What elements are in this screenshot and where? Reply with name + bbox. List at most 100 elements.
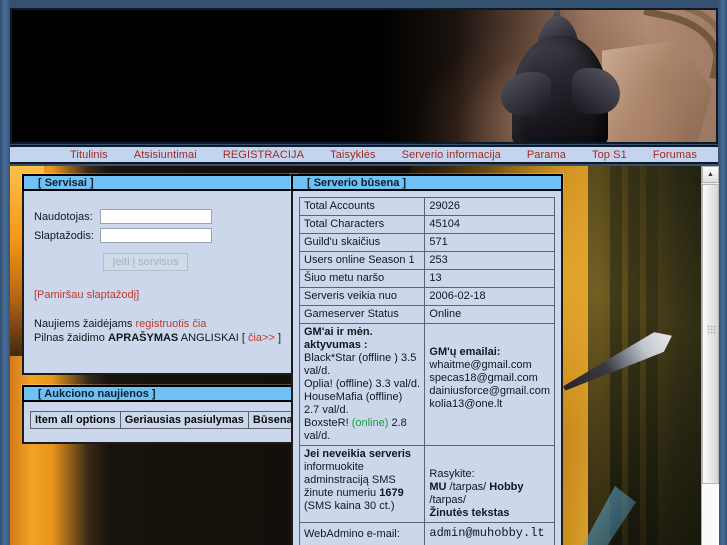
sms-fmt-mu: MU xyxy=(429,481,447,493)
servisai-panel-header: [ Servisai ] xyxy=(22,174,297,191)
banner-artwork xyxy=(12,10,716,142)
gm-entry-name-0: Black*Star xyxy=(304,352,356,364)
page-root: Titulinis Atsisiuntimai REGISTRACIJA Tai… xyxy=(0,0,727,545)
nav-item-forumas[interactable]: Forumas xyxy=(653,149,697,161)
sms-number: 1679 xyxy=(379,487,404,499)
gm-entry-state-2: (offline) xyxy=(365,391,403,403)
scrollbar-thumb[interactable] xyxy=(702,184,719,484)
description-line: Pilnas žaidimo APRAŠYMAS ANGLISKAI [ čia… xyxy=(34,331,285,345)
row-guild-count-value: 571 xyxy=(424,233,555,252)
table-row-webadmin: WebAdmino e-mail: admin@muhobby.lt xyxy=(298,522,555,545)
gm-emails-heading: GM'ų emailai: xyxy=(429,346,501,358)
row-total-characters-value: 45104 xyxy=(424,215,555,234)
auction-col-best-bid[interactable]: Geriausias pasiulymas xyxy=(119,411,249,429)
gm-email-1[interactable]: specas18@gmail.com xyxy=(429,372,537,384)
row-gameserver-status-label: Gameserver Status xyxy=(298,305,426,324)
servisai-panel-body: Naudotojas: Slaptažodis: Įeiti į servisu… xyxy=(22,191,297,375)
nav-item-taisykles[interactable]: Taisyklės xyxy=(330,149,376,161)
sms-fmt-sep1: /tarpas/ xyxy=(446,481,490,493)
table-row: Total Accounts 29026 xyxy=(298,197,555,216)
nav-item-parama[interactable]: Parama xyxy=(527,149,566,161)
auction-col-item[interactable]: Item all options xyxy=(30,411,121,429)
password-input[interactable] xyxy=(100,228,212,243)
vertical-scrollbar[interactable]: ▲ xyxy=(701,166,719,545)
sms-fmt-sep2: /tarpas/ xyxy=(429,494,467,506)
status-table: Total Accounts 29026 Total Characters 45… xyxy=(298,197,555,545)
sms-heading: Jei neveikia serveris xyxy=(304,448,412,460)
nav-item-top-s1[interactable]: Top S1 xyxy=(592,149,627,161)
scrollbar-grip-icon xyxy=(707,325,716,335)
sms-write-heading: Rasykite: xyxy=(429,468,475,480)
gm-email-2[interactable]: dainiusforce@gmail.com xyxy=(429,385,550,397)
status-title: [ Serverio būsena ] xyxy=(307,176,407,189)
description-suffix: ] xyxy=(274,332,282,344)
banner-shoulder-left xyxy=(501,72,551,116)
auction-header-row: Item all options Geriausias pasiulymas B… xyxy=(30,411,298,429)
auction-table: Item all options Geriausias pasiulymas B… xyxy=(30,411,298,429)
table-row: Guild'u skaičius 571 xyxy=(298,233,555,252)
nav-item-atsisiuntimai[interactable]: Atsisiuntimai xyxy=(134,149,197,161)
gm-email-3[interactable]: kolia13@one.lt xyxy=(429,398,502,410)
row-browsing-now-value: 13 xyxy=(424,269,555,288)
description-bold: APRAŠYMAS xyxy=(107,332,179,344)
table-row: Users online Season 1 253 xyxy=(298,251,555,270)
gm-entry-hours-1: 3.3 val/d. xyxy=(375,378,420,390)
gm-activity-cell: GM'ai ir mėn. aktyvumas : Black*Star (of… xyxy=(298,323,426,446)
table-row: Serveris veikia nuo 2006-02-18 xyxy=(298,287,555,306)
gm-entry-name-2: HouseMafia xyxy=(304,391,363,403)
status-panel-body: Total Accounts 29026 Total Characters 45… xyxy=(291,191,563,545)
row-guild-count-label: Guild'u skaičius xyxy=(298,233,426,252)
auction-panel-body: Item all options Geriausias pasiulymas B… xyxy=(22,402,298,444)
register-link[interactable]: registruotis čia xyxy=(135,318,206,330)
register-prefix: Naujiems žaidėjams xyxy=(34,318,136,330)
row-total-accounts-value: 29026 xyxy=(424,197,555,216)
row-gameserver-status-value: Online xyxy=(424,305,555,324)
login-submit-wrap: Įeiti į servisus xyxy=(34,253,285,271)
sms-format-cell: Rasykite: MU /tarpas/ Hobby /tarpas/ Žin… xyxy=(424,445,555,523)
forgot-password-link[interactable]: [Pamiršau slaptažodį] xyxy=(34,289,285,301)
table-row-sms: Jei neveikia serveris informuokite admin… xyxy=(298,445,555,523)
description-mid: ANGLISKAI [ xyxy=(178,332,248,344)
auction-panel-header: [ Aukciono naujienos ] xyxy=(22,385,297,402)
username-row: Naudotojas: xyxy=(34,209,285,224)
register-line: Naujiems žaidėjams registruotis čia xyxy=(34,317,285,331)
table-row: Šiuo metu naršo 13 xyxy=(298,269,555,288)
servisai-title: [ Servisai ] xyxy=(38,176,94,189)
sms-fmt-message: Žinutės tekstas xyxy=(429,507,510,519)
right-column: [ Serverio būsena ] Total Accounts 29026… xyxy=(291,174,563,545)
status-panel-header: [ Serverio būsena ] xyxy=(291,174,563,191)
row-server-since-label: Serveris veikia nuo xyxy=(298,287,426,306)
row-total-characters-label: Total Characters xyxy=(298,215,426,234)
nav-item-serverio-informacija[interactable]: Serverio informacija xyxy=(402,149,501,161)
site-banner xyxy=(10,8,718,144)
login-submit-button[interactable]: Įeiti į servisus xyxy=(103,253,188,271)
auction-col-status[interactable]: Būsena xyxy=(247,411,298,429)
nav-item-registracija[interactable]: REGISTRACIJA xyxy=(223,149,304,161)
auction-title: [ Aukciono naujienos ] xyxy=(38,387,156,400)
description-link[interactable]: čia>> xyxy=(248,332,275,344)
nav-item-mu-pazintys[interactable]: MU pažintys xyxy=(723,149,727,161)
row-browsing-now-label: Šiuo metu naršo xyxy=(298,269,426,288)
gm-entry-state-3: (online) xyxy=(351,417,389,429)
gm-email-0[interactable]: whaitme@gmail.com xyxy=(429,359,531,371)
password-row: Slaptažodis: xyxy=(34,228,285,243)
username-input[interactable] xyxy=(100,209,212,224)
left-column: [ Servisai ] Naudotojas: Slaptažodis: Įe… xyxy=(22,174,298,444)
table-row: Total Characters 45104 xyxy=(298,215,555,234)
sms-text2: (SMS kaina 30 ct.) xyxy=(304,500,395,512)
table-row: Gameserver Status Online xyxy=(298,305,555,324)
sms-fmt-hobby: Hobby xyxy=(489,481,524,493)
nav-item-titulinis[interactable]: Titulinis xyxy=(70,149,108,161)
description-prefix: Pilnas žaidimo xyxy=(34,332,108,344)
webadmin-value[interactable]: admin@muhobby.lt xyxy=(424,522,555,545)
gm-entry-state-1: (offline) xyxy=(335,378,373,390)
gm-emails-cell: GM'ų emailai: whaitme@gmail.com specas18… xyxy=(424,323,555,446)
webadmin-label: WebAdmino e-mail: xyxy=(298,522,426,545)
gm-activity-heading: GM'ai ir mėn. aktyvumas : xyxy=(304,326,373,351)
scrollbar-track[interactable] xyxy=(702,484,719,545)
row-total-accounts-label: Total Accounts xyxy=(298,197,426,216)
password-label: Slaptažodis: xyxy=(34,229,94,242)
scroll-up-arrow-icon[interactable]: ▲ xyxy=(702,166,719,183)
username-label: Naudotojas: xyxy=(34,210,93,223)
row-server-since-value: 2006-02-18 xyxy=(424,287,555,306)
